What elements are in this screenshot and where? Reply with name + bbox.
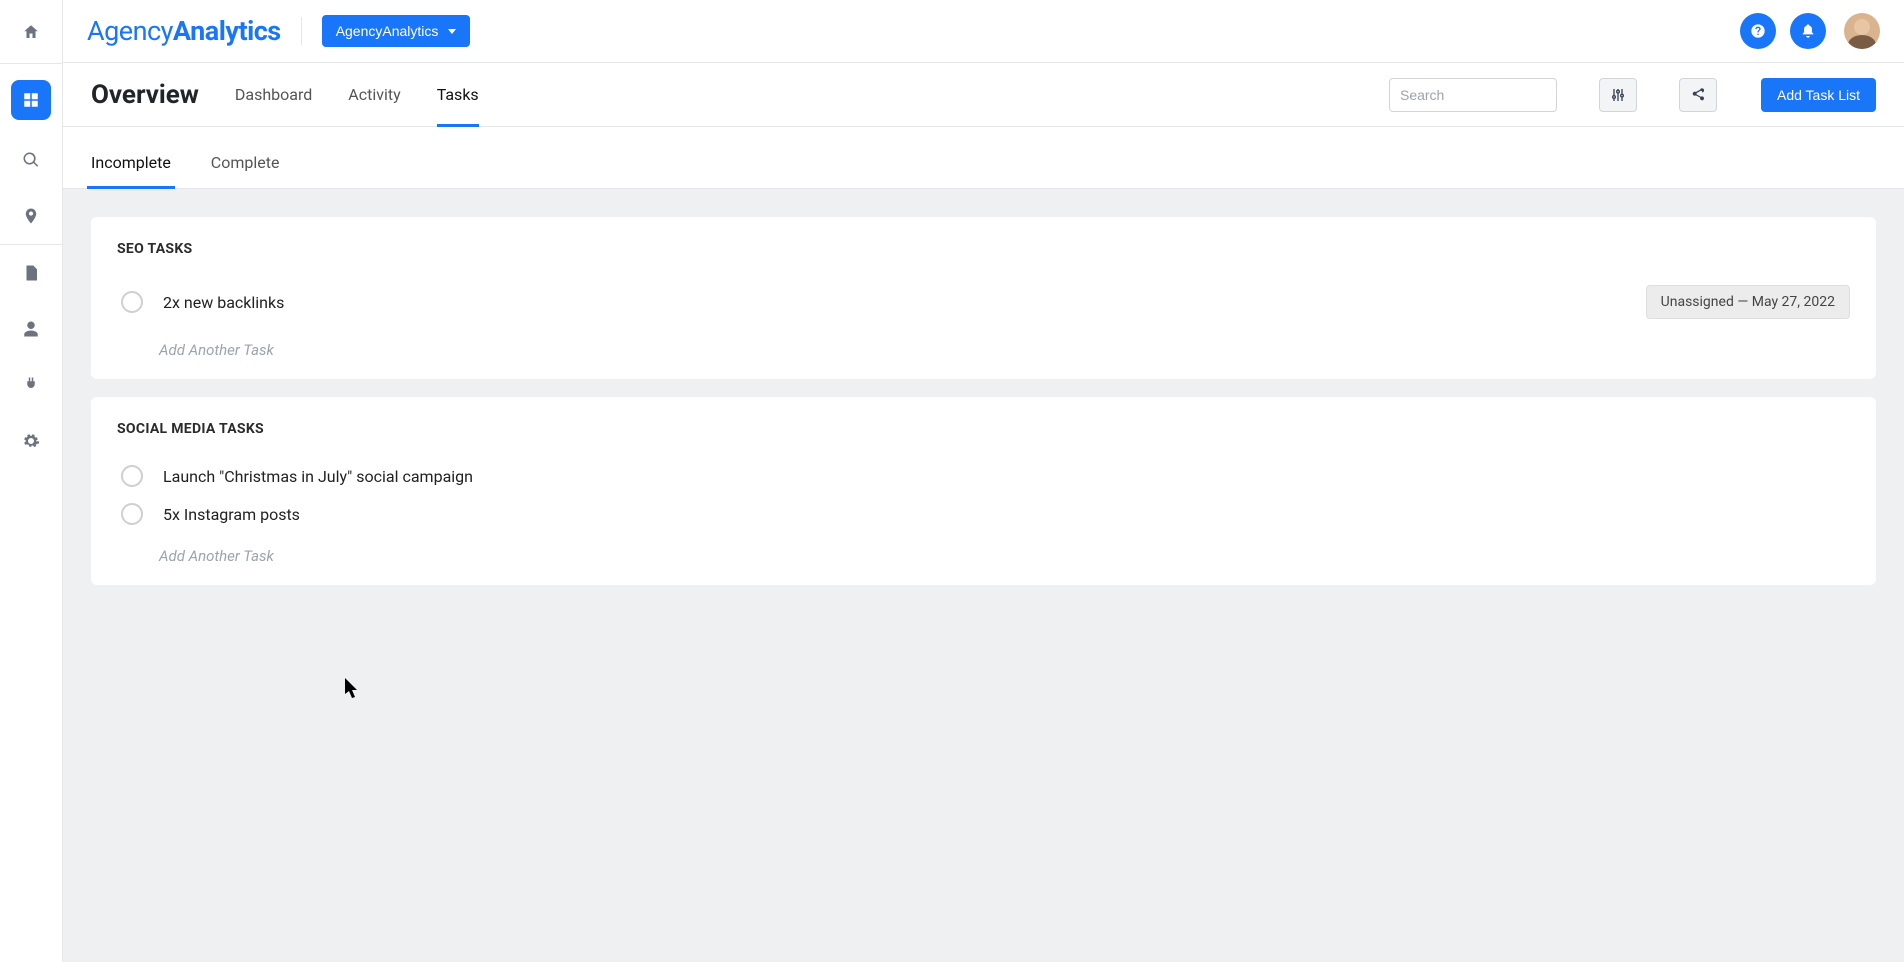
settings-columns-button[interactable] — [1599, 78, 1637, 112]
tab-dashboard[interactable]: Dashboard — [235, 63, 312, 126]
map-pin-icon — [22, 207, 40, 225]
task-row: Launch "Christmas in July" social campai… — [117, 457, 1850, 495]
task-checkbox[interactable] — [121, 291, 143, 313]
sidebar-item-search[interactable] — [0, 132, 62, 188]
sidebar-item-settings[interactable] — [0, 413, 62, 469]
help-icon — [1750, 23, 1766, 39]
sidebar-divider — [0, 63, 62, 64]
add-task-list-button[interactable]: Add Task List — [1761, 78, 1876, 112]
plug-icon — [22, 376, 40, 394]
sidebar-item-location[interactable] — [0, 188, 62, 244]
page-title: Overview — [91, 80, 199, 110]
sidebar-item-integrations[interactable] — [0, 357, 62, 413]
share-button[interactable] — [1679, 78, 1717, 112]
task-row: 2x new backlinks Unassigned — May 27, 20… — [117, 277, 1850, 327]
sidebar — [0, 0, 63, 962]
task-checkbox[interactable] — [121, 503, 143, 525]
notifications-button[interactable] — [1790, 13, 1826, 49]
add-task-button[interactable]: Add Another Task — [159, 547, 1850, 565]
sidebar-item-users[interactable] — [0, 301, 62, 357]
grid-icon — [22, 91, 40, 109]
bell-icon — [1800, 23, 1816, 39]
brand-part1: Agency — [87, 15, 173, 47]
share-icon — [1690, 87, 1706, 103]
file-chart-icon — [22, 264, 40, 282]
task-group: SEO TASKS 2x new backlinks Unassigned — … — [91, 217, 1876, 379]
task-label[interactable]: 2x new backlinks — [163, 293, 1626, 312]
brand-part2: Analytics — [173, 15, 281, 47]
task-group-title: SEO TASKS — [117, 241, 1850, 257]
task-meta[interactable]: Unassigned — May 27, 2022 — [1646, 285, 1850, 319]
add-task-button[interactable]: Add Another Task — [159, 341, 1850, 359]
task-workspace: SEO TASKS 2x new backlinks Unassigned — … — [63, 189, 1904, 962]
sidebar-item-reports[interactable] — [0, 245, 62, 301]
task-checkbox[interactable] — [121, 465, 143, 487]
sliders-icon — [1610, 87, 1626, 103]
nav-tabs: Dashboard Activity Tasks — [235, 63, 479, 126]
topbar: AgencyAnalytics AgencyAnalytics — [63, 0, 1904, 63]
task-label[interactable]: 5x Instagram posts — [163, 505, 1850, 524]
sidebar-item-home[interactable] — [0, 0, 62, 63]
task-group-title: SOCIAL MEDIA TASKS — [117, 421, 1850, 437]
brand-divider — [301, 17, 302, 45]
gear-icon — [22, 432, 40, 450]
campaign-selector-button[interactable]: AgencyAnalytics — [322, 15, 471, 47]
tab-tasks[interactable]: Tasks — [437, 63, 479, 126]
sidebar-item-dashboard[interactable] — [11, 80, 51, 120]
help-button[interactable] — [1740, 13, 1776, 49]
home-icon — [22, 23, 40, 41]
tab-activity[interactable]: Activity — [348, 63, 400, 126]
subheader: Overview Dashboard Activity Tasks Add Ta… — [63, 63, 1904, 127]
campaign-selector-label: AgencyAnalytics — [336, 23, 439, 39]
filter-tab-complete[interactable]: Complete — [211, 153, 280, 188]
task-row: 5x Instagram posts — [117, 495, 1850, 533]
filter-tab-incomplete[interactable]: Incomplete — [91, 153, 171, 188]
brand-logo[interactable]: AgencyAnalytics — [87, 15, 281, 47]
user-icon — [22, 320, 40, 338]
task-label[interactable]: Launch "Christmas in July" social campai… — [163, 467, 1850, 486]
filter-tabs: Incomplete Complete — [63, 127, 1904, 189]
chevron-down-icon — [448, 29, 456, 34]
avatar[interactable] — [1844, 13, 1880, 49]
task-group: SOCIAL MEDIA TASKS Launch "Christmas in … — [91, 397, 1876, 585]
search-input[interactable] — [1389, 78, 1557, 112]
search-icon — [22, 151, 40, 169]
